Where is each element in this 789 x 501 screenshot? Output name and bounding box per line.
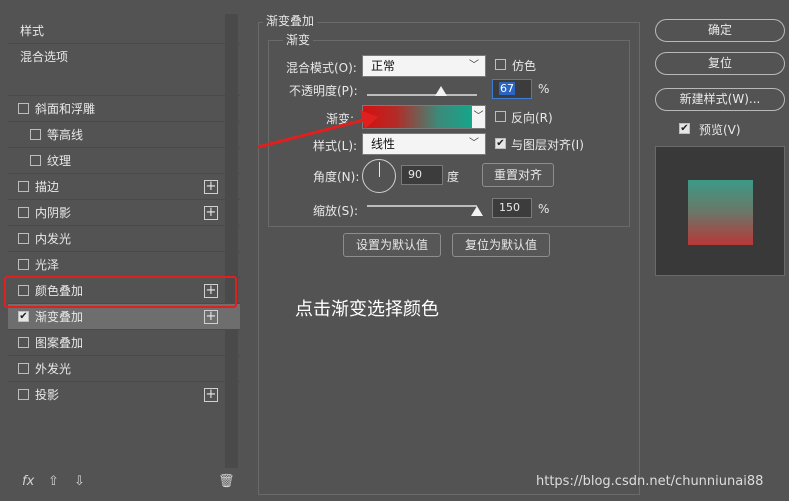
gradient-swatch[interactable] — [362, 105, 472, 129]
style-item-label: 光泽 — [35, 258, 60, 272]
style-item-checkbox[interactable] — [18, 259, 29, 270]
reset-button[interactable]: 复位 — [655, 52, 785, 75]
style-item-label: 内发光 — [35, 232, 72, 246]
gradient-dropdown-button[interactable]: ﹀ — [472, 105, 486, 129]
angle-input[interactable]: 90 — [401, 165, 443, 185]
gradient-label: 渐变: — [326, 112, 355, 126]
arrow-up-icon[interactable]: ⇧ — [48, 474, 59, 489]
styles-header[interactable]: 样式 — [8, 17, 240, 43]
style-label: 样式(L): — [313, 139, 358, 153]
scale-label: 缩放(S): — [313, 204, 359, 218]
arrow-down-icon[interactable]: ⇩ — [74, 474, 85, 489]
scale-slider-track[interactable] — [367, 205, 477, 207]
scale-slider-thumb[interactable] — [471, 206, 483, 216]
angle-dial-needle — [379, 162, 380, 177]
style-preview — [655, 146, 785, 276]
style-item-5[interactable]: 内阴影 + — [8, 199, 240, 225]
chevron-down-icon: ﹀ — [473, 111, 484, 122]
opacity-slider-thumb[interactable] — [434, 86, 447, 96]
chevron-down-icon: ﹀ — [469, 138, 479, 149]
style-item-2[interactable]: 等高线 — [8, 121, 240, 147]
opacity-slider-track[interactable] — [367, 94, 477, 96]
style-value: 线性 — [371, 137, 396, 151]
preview-label: 预览(V) — [699, 123, 741, 137]
ok-button[interactable]: 确定 — [655, 19, 785, 42]
reverse-label: 反向(R) — [511, 111, 553, 125]
style-item-10[interactable]: 图案叠加 — [8, 329, 240, 355]
reset-alignment-button[interactable]: 重置对齐 — [482, 163, 554, 187]
style-item-11[interactable]: 外发光 — [8, 355, 240, 381]
align-with-layer-label: 与图层对齐(I) — [511, 138, 584, 152]
dither-label: 仿色 — [512, 59, 537, 73]
style-item-label: 内阴影 — [35, 206, 72, 220]
preview-checkbox[interactable]: ✔ — [679, 123, 690, 134]
style-item-3[interactable]: 纹理 — [8, 147, 240, 173]
blend-mode-value: 正常 — [371, 59, 396, 73]
angle-value: 90 — [408, 168, 422, 181]
style-item-checkbox[interactable] — [18, 207, 29, 218]
style-item-label: 斜面和浮雕 — [35, 102, 96, 116]
fx-icon[interactable]: fx — [22, 474, 34, 489]
align-with-layer-checkbox[interactable]: ✔ — [495, 138, 506, 149]
styles-list: 样式 混合选项 斜面和浮雕 等高线 纹理 描边 + 内阴影 + 内发光 光泽 颜色叠加 + ✔ 渐变叠加… — [8, 14, 240, 496]
scale-value: 150 — [499, 201, 520, 214]
style-item-checkbox[interactable] — [18, 363, 29, 374]
new-style-button[interactable]: 新建样式(W)... — [655, 88, 785, 111]
style-item-checkbox[interactable]: ✔ — [18, 311, 29, 322]
opacity-input[interactable]: 67 — [492, 79, 532, 99]
style-item-4[interactable]: 描边 + — [8, 173, 240, 199]
style-item-label: 投影 — [35, 388, 60, 402]
style-item-checkbox[interactable] — [18, 337, 29, 348]
reset-to-default-button[interactable]: 复位为默认值 — [452, 233, 550, 257]
chevron-down-icon: ﹀ — [469, 60, 479, 71]
style-select[interactable]: 线性 ﹀ — [362, 133, 486, 155]
style-item-checkbox[interactable] — [18, 233, 29, 244]
gradient-subgroup-title: 渐变 — [283, 31, 314, 48]
trash-icon[interactable]: 🗑 — [218, 474, 235, 489]
scale-unit: % — [538, 202, 550, 216]
style-item-label: 外发光 — [35, 362, 72, 376]
make-default-button[interactable]: 设置为默认值 — [343, 233, 441, 257]
annotation-text: 点击渐变选择颜色 — [295, 299, 439, 320]
style-item-checkbox[interactable] — [18, 181, 29, 192]
selected-item-highlight — [4, 276, 237, 308]
watermark: https://blog.csdn.net/chunniunai88 — [536, 474, 764, 489]
angle-unit: 度 — [447, 170, 460, 184]
styles-bottom-toolbar: fx ⇧ ⇩ 🗑 — [8, 472, 240, 492]
style-item-label: 等高线 — [47, 128, 84, 142]
angle-dial[interactable] — [362, 159, 396, 193]
opacity-label: 不透明度(P): — [289, 84, 358, 98]
style-item-checkbox[interactable] — [30, 129, 41, 140]
style-item-label: 描边 — [35, 180, 60, 194]
blending-options-label: 混合选项 — [20, 50, 69, 64]
blend-mode-select[interactable]: 正常 ﹀ — [362, 55, 486, 77]
add-icon[interactable]: + — [204, 180, 218, 194]
scale-input[interactable]: 150 — [492, 198, 532, 218]
style-item-checkbox[interactable] — [30, 155, 41, 166]
style-item-label: 纹理 — [47, 154, 72, 168]
blending-options-item[interactable]: 混合选项 — [8, 43, 240, 69]
style-item-checkbox[interactable] — [18, 103, 29, 114]
checkmark-icon: ✔ — [680, 122, 689, 134]
style-item-7[interactable]: 光泽 — [8, 251, 240, 277]
checkmark-icon: ✔ — [496, 137, 505, 149]
add-icon[interactable]: + — [204, 388, 218, 402]
style-item-label: 图案叠加 — [35, 336, 84, 350]
add-icon[interactable]: + — [204, 206, 218, 220]
opacity-unit: % — [538, 82, 550, 96]
style-item-1[interactable]: 斜面和浮雕 — [8, 95, 240, 121]
blend-mode-label: 混合模式(O): — [286, 61, 357, 75]
dither-checkbox[interactable] — [495, 59, 506, 70]
styles-header-label: 样式 — [20, 23, 45, 38]
add-icon[interactable]: + — [204, 310, 218, 324]
opacity-value: 67 — [499, 82, 515, 95]
reverse-checkbox[interactable] — [495, 111, 506, 122]
gradient-overlay-title: 渐变叠加 — [263, 12, 318, 29]
style-item-6[interactable]: 内发光 — [8, 225, 240, 251]
style-item-12[interactable]: 投影 + — [8, 381, 240, 407]
preview-swatch — [688, 180, 753, 245]
style-item-label: 渐变叠加 — [35, 310, 84, 324]
style-item-checkbox[interactable] — [18, 389, 29, 400]
angle-label: 角度(N): — [313, 170, 360, 184]
